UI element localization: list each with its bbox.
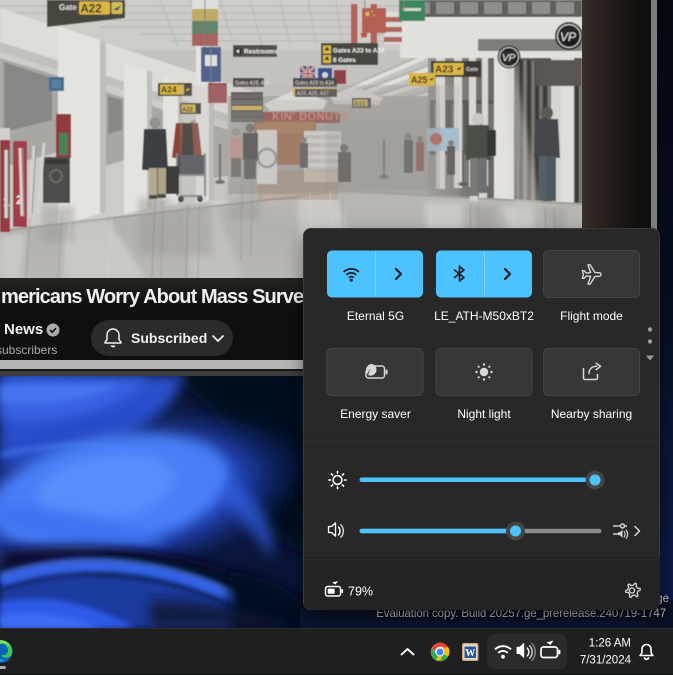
svg-text:7/31/2024: 7/31/2024 (580, 655, 632, 667)
svg-text:W: W (465, 648, 475, 659)
svg-text:79%: 79% (348, 585, 373, 599)
svg-text:1:26 AM: 1:26 AM (589, 638, 631, 650)
svg-text:VP: VP (560, 30, 576, 44)
svg-text:VP: VP (502, 53, 516, 64)
svg-text:LE_ATH-M50xBT2: LE_ATH-M50xBT2 (434, 309, 534, 323)
svg-text:Nearby sharing: Nearby sharing (550, 407, 631, 421)
svg-text:Eternal 5G: Eternal 5G (346, 309, 403, 323)
svg-text:Night light: Night light (457, 407, 511, 421)
svg-text:Energy saver: Energy saver (340, 407, 411, 421)
svg-text:Flight mode: Flight mode (560, 309, 623, 323)
